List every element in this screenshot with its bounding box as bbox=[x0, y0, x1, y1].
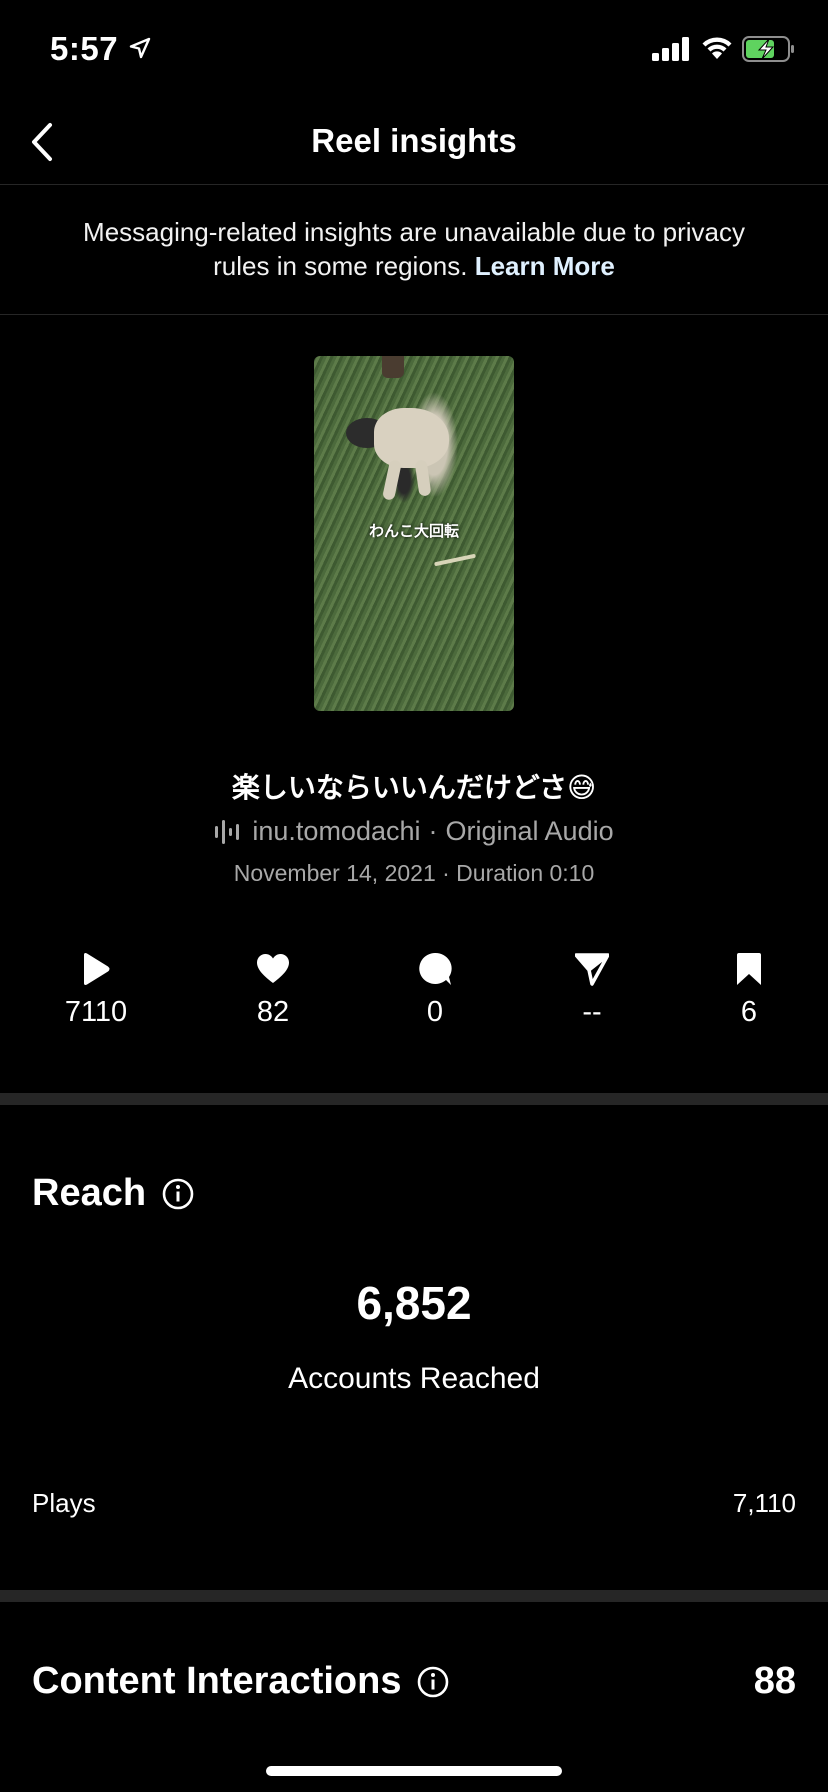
reel-thumbnail[interactable]: わんこ大回転 bbox=[314, 356, 514, 711]
stat-shares: -- bbox=[532, 952, 652, 1029]
stat-plays: 7110 bbox=[36, 952, 156, 1029]
audio-separator: · bbox=[428, 816, 438, 846]
stat-likes-value: 82 bbox=[256, 996, 290, 1028]
date-duration: November 14, 2021 · Duration 0:10 bbox=[233, 860, 595, 886]
reach-title-row: Reach bbox=[32, 1172, 194, 1215]
play-icon bbox=[84, 953, 110, 985]
accounts-reached-label: Accounts Reached bbox=[288, 1362, 540, 1395]
thumbnail-dog-leg bbox=[381, 459, 403, 501]
bookmark-icon bbox=[737, 953, 761, 985]
notice-text: Messaging-related insights are unavailab… bbox=[83, 217, 745, 281]
send-icon bbox=[575, 953, 609, 986]
battery-charging-icon bbox=[742, 36, 794, 62]
signal-icon bbox=[652, 37, 689, 61]
stat-comments-value: 0 bbox=[426, 996, 444, 1028]
status-bar: 5:57 bbox=[0, 0, 828, 100]
stat-saves: 6 bbox=[689, 952, 809, 1029]
audio-row[interactable]: inu.tomodachi · Original Audio bbox=[0, 816, 828, 847]
audio-user: inu.tomodachi bbox=[252, 816, 421, 846]
thumbnail-stick bbox=[434, 553, 476, 567]
stat-comments: 0 bbox=[375, 952, 495, 1029]
plays-label: Plays bbox=[32, 1488, 96, 1518]
page-title: Reel insights bbox=[311, 122, 517, 159]
stat-shares-value: -- bbox=[582, 996, 602, 1028]
location-arrow-icon bbox=[129, 37, 151, 59]
wifi-icon bbox=[702, 37, 732, 59]
audio-title: Original Audio bbox=[445, 816, 614, 846]
reach-title: Reach bbox=[32, 1172, 147, 1214]
stat-plays-value: 7110 bbox=[64, 996, 128, 1028]
plays-value: 7,110 bbox=[732, 1488, 796, 1518]
comment-icon bbox=[419, 952, 452, 985]
status-time: 5:57 bbox=[50, 30, 119, 67]
audio-waveform-icon bbox=[215, 819, 240, 844]
thumbnail-caption: わんこ大回転 bbox=[368, 523, 459, 540]
accounts-reached-value: 6,852 bbox=[356, 1277, 472, 1329]
thumbnail-dog bbox=[374, 408, 449, 468]
content-interactions-title-row: Content Interactions bbox=[32, 1660, 449, 1703]
section-divider bbox=[0, 1590, 828, 1602]
learn-more-link[interactable]: Learn More bbox=[475, 251, 615, 281]
info-icon[interactable] bbox=[417, 1666, 449, 1698]
content-interactions-value: 88 bbox=[753, 1660, 796, 1702]
home-indicator[interactable] bbox=[266, 1766, 562, 1776]
stat-likes: 82 bbox=[213, 952, 333, 1029]
thumbnail-tree-trunk bbox=[382, 356, 404, 378]
section-divider bbox=[0, 1093, 828, 1105]
nav-bar: Reel insights bbox=[0, 100, 828, 185]
info-icon[interactable] bbox=[162, 1178, 194, 1210]
reel-caption: 楽しいならいいんだけどさ😅 bbox=[231, 772, 597, 803]
heart-icon bbox=[257, 954, 289, 983]
stat-saves-value: 6 bbox=[740, 996, 758, 1028]
content-interactions-title: Content Interactions bbox=[32, 1660, 402, 1702]
privacy-notice: Messaging-related insights are unavailab… bbox=[0, 184, 828, 315]
stats-row: 7110 82 0 -- 6 bbox=[0, 952, 828, 1042]
